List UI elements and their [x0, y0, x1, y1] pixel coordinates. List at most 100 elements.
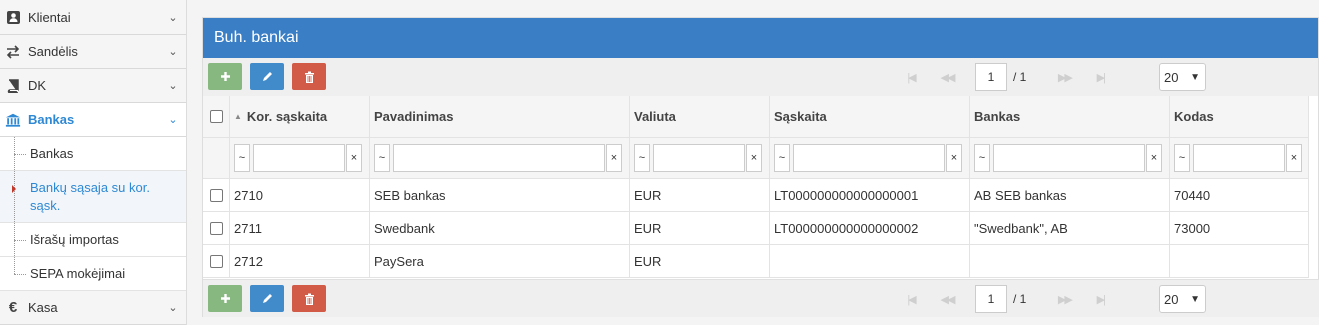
euro-icon: € [8, 299, 18, 316]
table-cell [770, 245, 970, 277]
page-count: / 1 [1013, 70, 1027, 84]
filter-operator[interactable]: ~ [374, 144, 390, 172]
table-cell: SEB bankas [370, 179, 630, 211]
row-checkbox[interactable] [209, 188, 223, 202]
filter-input[interactable] [393, 144, 605, 172]
filter-operator[interactable]: ~ [634, 144, 650, 172]
submenu-item-label: Išrašų importas [30, 231, 119, 247]
book-icon [5, 78, 21, 94]
chevron-down-icon: ⌄ [168, 114, 178, 126]
filter-clear-button[interactable]: × [346, 144, 362, 172]
filter-input[interactable] [993, 144, 1145, 172]
pager: |◀ ◀◀ 1 / 1 ▶▶ ▶| [893, 63, 1118, 91]
caret-right-icon [12, 185, 16, 193]
next-page-icon[interactable]: ▶▶ [1046, 71, 1082, 84]
row-checkbox[interactable] [209, 254, 223, 268]
table-cell: 73000 [1170, 212, 1309, 244]
sidebar-item-label: Klientai [28, 9, 71, 25]
delete-button[interactable] [292, 63, 326, 90]
submenu-item-sepa[interactable]: SEPA mokėjimai [0, 257, 186, 291]
trash-icon [304, 293, 314, 305]
submenu-item-label: Bankas [30, 145, 74, 161]
swap-icon [5, 44, 21, 60]
column-header[interactable]: ▲ Kor. sąskaita [230, 96, 370, 137]
filter-cell: ~ × [770, 138, 970, 178]
table-cell: 70440 [1170, 179, 1309, 211]
sidebar-item-label: Sandėlis [28, 44, 78, 59]
filter-input[interactable] [253, 144, 345, 172]
filter-input[interactable] [1193, 144, 1285, 172]
filter-operator[interactable]: ~ [974, 144, 990, 172]
sidebar-item-kasa[interactable]: € Kasa ⌄ [0, 291, 186, 325]
table-cell: EUR [630, 245, 770, 277]
column-header[interactable]: Bankas [970, 96, 1170, 137]
pager: |◀ ◀◀ 1 / 1 ▶▶ ▶| [893, 285, 1118, 313]
first-page-icon[interactable]: |◀ [893, 293, 929, 306]
bottom-toolbar: |◀ ◀◀ 1 / 1 ▶▶ ▶| 20 ▼ [203, 279, 1319, 317]
table-cell: Swedbank [370, 212, 630, 244]
column-header[interactable]: Valiuta [630, 96, 770, 137]
page-size-value: 20 [1164, 69, 1179, 85]
table-row[interactable]: 2711 Swedbank EUR LT000000000000000002 "… [203, 212, 1309, 245]
table-row[interactable]: 2712 PaySera EUR [203, 245, 1309, 278]
page-size-value: 20 [1164, 291, 1179, 307]
first-page-icon[interactable]: |◀ [893, 71, 929, 84]
row-checkbox[interactable] [209, 221, 223, 235]
submenu-item-banku-sasaja[interactable]: Bankų sąsaja su kor. sąsk. [0, 171, 186, 223]
sidebar-item-sandelis[interactable]: Sandėlis ⌄ [0, 35, 186, 69]
filter-clear-button[interactable]: × [606, 144, 622, 172]
submenu-item-bankas[interactable]: Bankas [0, 137, 186, 171]
chevron-down-icon: ⌄ [168, 11, 178, 24]
column-header[interactable]: Kodas [1170, 96, 1309, 137]
sidebar-item-label: DK [28, 78, 47, 93]
delete-button[interactable] [292, 285, 326, 312]
last-page-icon[interactable]: ▶| [1082, 71, 1118, 84]
filter-clear-button[interactable]: × [746, 144, 762, 172]
filter-clear-button[interactable]: × [1286, 144, 1302, 172]
submenu-item-israsu-importas[interactable]: Išrašų importas [0, 223, 186, 257]
table-cell: PaySera [370, 245, 630, 277]
table-row[interactable]: 2710 SEB bankas EUR LT000000000000000001… [203, 179, 1309, 212]
table-cell: EUR [630, 179, 770, 211]
page-size-select[interactable]: 20 ▼ [1159, 285, 1206, 313]
select-all-checkbox[interactable] [209, 110, 223, 123]
sidebar-item-klientai[interactable]: Klientai ⌄ [0, 0, 186, 35]
filter-row: ~ × ~ × ~ × ~ × ~ × ~ × [203, 138, 1309, 179]
banks-table: ▲ Kor. sąskaita Pavadinimas Valiuta Sąska… [203, 96, 1309, 278]
chevron-down-icon: ▼ [1190, 71, 1200, 83]
filter-operator[interactable]: ~ [1174, 144, 1190, 172]
edit-button[interactable] [250, 285, 284, 312]
sidebar-item-bankas[interactable]: Bankas ⌄ [0, 103, 186, 137]
filter-input[interactable] [653, 144, 745, 172]
prev-page-icon[interactable]: ◀◀ [929, 293, 965, 306]
prev-page-icon[interactable]: ◀◀ [929, 71, 965, 84]
column-header[interactable]: Pavadinimas [370, 96, 630, 137]
pencil-icon [263, 71, 272, 81]
filter-cell: ~ × [630, 138, 770, 178]
filter-clear-button[interactable]: × [1146, 144, 1162, 172]
filter-operator[interactable]: ~ [234, 144, 250, 172]
page-count: / 1 [1013, 292, 1027, 306]
panel-title: Buh. bankai [203, 18, 1318, 58]
table-header: ▲ Kor. sąskaita Pavadinimas Valiuta Sąska… [203, 96, 1309, 138]
table-cell: 2710 [230, 179, 370, 211]
page-size-select[interactable]: 20 ▼ [1159, 63, 1206, 91]
sidebar-item-dk[interactable]: DK ⌄ [0, 69, 186, 103]
filter-clear-button[interactable]: × [946, 144, 962, 172]
banks-panel: Buh. bankai |◀ ◀◀ 1 / 1 ▶▶ ▶| 20 ▼ ▲ Kor.… [202, 17, 1319, 317]
edit-button[interactable] [250, 63, 284, 90]
trash-icon [304, 71, 314, 83]
submenu-item-label: Bankų sąsaja su kor. sąsk. [30, 179, 150, 213]
add-button[interactable] [208, 285, 242, 312]
sort-icon: ▲ [234, 112, 242, 121]
chevron-down-icon: ⌄ [168, 46, 178, 58]
filter-input[interactable] [793, 144, 945, 172]
column-header[interactable]: Sąskaita [770, 96, 970, 137]
page-input[interactable]: 1 [975, 63, 1007, 91]
page-input[interactable]: 1 [975, 285, 1007, 313]
table-cell: AB SEB bankas [970, 179, 1170, 211]
last-page-icon[interactable]: ▶| [1082, 293, 1118, 306]
next-page-icon[interactable]: ▶▶ [1046, 293, 1082, 306]
add-button[interactable] [208, 63, 242, 90]
filter-operator[interactable]: ~ [774, 144, 790, 172]
